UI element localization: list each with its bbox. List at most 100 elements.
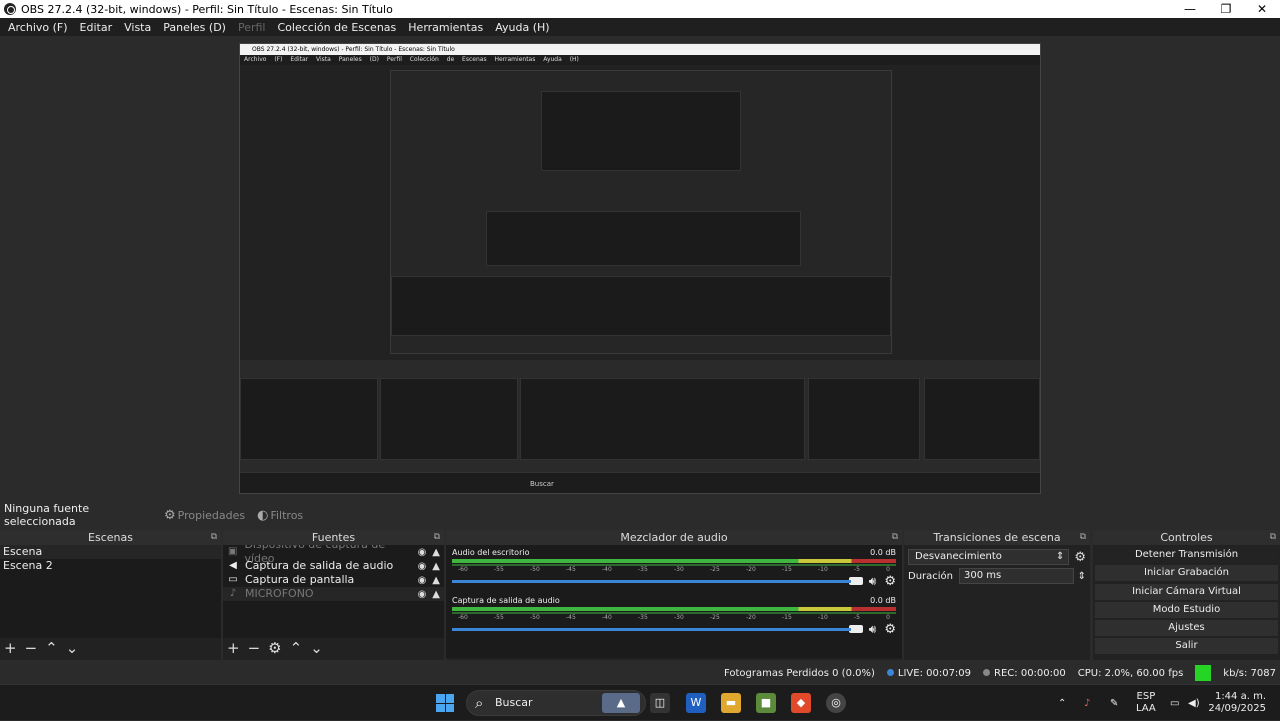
fader-track[interactable] bbox=[452, 579, 851, 583]
nested-menu: Archivo (F) Editar Vista Paneles (D) Per… bbox=[240, 55, 1040, 65]
nested-inner-docks bbox=[486, 211, 801, 266]
source-item[interactable]: ♪ MICROFONO ◉ ▲ bbox=[223, 587, 444, 601]
tick: -25 bbox=[710, 566, 720, 573]
studio-mode-button[interactable]: Modo Estudio bbox=[1095, 601, 1278, 618]
lock-icon[interactable]: ▲ bbox=[432, 547, 440, 558]
maximize-icon[interactable]: ❐ bbox=[1208, 2, 1244, 16]
word-icon[interactable]: W bbox=[686, 693, 706, 713]
scenes-dock: Escenas ⧉ Escena Escena 2 + − ⌃ ⌄ bbox=[0, 530, 221, 660]
menu-editar[interactable]: Editar bbox=[74, 21, 119, 34]
obs-taskbar-icon[interactable]: ◎ bbox=[826, 693, 846, 713]
eye-icon[interactable]: ◉ bbox=[418, 547, 427, 558]
fader-knob[interactable] bbox=[848, 577, 863, 585]
tick: -30 bbox=[674, 614, 684, 621]
properties-button[interactable]: ⚙ Propiedades bbox=[164, 508, 245, 523]
menu-ayuda[interactable]: Ayuda (H) bbox=[489, 21, 555, 34]
menu-vista[interactable]: Vista bbox=[118, 21, 157, 34]
stop-streaming-button[interactable]: Detener Transmisión bbox=[1095, 547, 1278, 563]
microphone-tray-icon[interactable]: ♪ bbox=[1084, 685, 1090, 721]
menu-archivo[interactable]: Archivo (F) bbox=[2, 21, 74, 34]
gear-icon[interactable]: ⚙ bbox=[884, 622, 896, 637]
nested-title: OBS 27.2.4 (32-bit, windows) - Perfil: S… bbox=[240, 44, 1040, 55]
source-item[interactable]: ◀ Captura de salida de audio ◉ ▲ bbox=[223, 559, 444, 573]
sources-header: Fuentes ⧉ bbox=[223, 530, 444, 545]
duration-input[interactable]: 300 ms bbox=[959, 568, 1074, 584]
display-tray-icon[interactable]: ▭ bbox=[1170, 685, 1179, 721]
task-view-icon[interactable]: ◫ bbox=[650, 693, 670, 713]
filter-icon: ◐ bbox=[257, 507, 269, 523]
eye-icon[interactable]: ◉ bbox=[418, 589, 427, 600]
obs-logo-icon bbox=[4, 3, 16, 15]
gear-icon[interactable]: ⚙ bbox=[1074, 550, 1086, 565]
speaker-icon[interactable]: 🔊︎ bbox=[869, 574, 877, 589]
tray-chevron-icon[interactable]: ⌃ bbox=[1058, 685, 1066, 721]
source-label: Captura de salida de audio bbox=[245, 559, 394, 572]
popout-icon[interactable]: ⧉ bbox=[211, 530, 217, 545]
lock-icon[interactable]: ▲ bbox=[432, 575, 440, 586]
move-down-icon[interactable]: ⌄ bbox=[310, 639, 323, 657]
volume-fader[interactable]: 🔊︎ ⚙ bbox=[452, 574, 896, 589]
spinner-icon[interactable]: ⇕ bbox=[1078, 571, 1086, 582]
transition-select[interactable]: Desvanecimiento ⇕ bbox=[908, 549, 1070, 565]
volume-tray-icon[interactable]: ◀) bbox=[1188, 685, 1200, 721]
speaker-icon: ◀ bbox=[229, 560, 237, 571]
volume-fader[interactable]: 🔊︎ ⚙ bbox=[452, 622, 896, 637]
exit-button[interactable]: Salir bbox=[1095, 638, 1278, 655]
lock-icon[interactable]: ▲ bbox=[432, 589, 440, 600]
minimize-icon[interactable]: — bbox=[1172, 2, 1208, 16]
speaker-icon[interactable]: 🔊︎ bbox=[869, 622, 877, 637]
eye-icon[interactable]: ◉ bbox=[418, 575, 427, 586]
mixer-track: Audio del escritorio 0.0 dB -60 -55 -50 -45 -… bbox=[452, 548, 896, 589]
popout-icon[interactable]: ⧉ bbox=[434, 530, 440, 545]
minecraft-icon[interactable]: ■ bbox=[756, 693, 776, 713]
eye-icon[interactable]: ◉ bbox=[418, 561, 427, 572]
source-item[interactable]: ▭ Captura de pantalla ◉ ▲ bbox=[223, 573, 444, 587]
bitrate: kb/s: 7087 bbox=[1223, 667, 1276, 679]
gear-icon[interactable]: ⚙ bbox=[268, 639, 281, 657]
menu-paneles[interactable]: Paneles (D) bbox=[157, 21, 232, 34]
clock-date: 24/09/2025 bbox=[1208, 703, 1266, 714]
move-down-icon[interactable]: ⌄ bbox=[66, 639, 79, 657]
remove-icon[interactable]: − bbox=[248, 639, 261, 657]
pen-tray-icon[interactable]: ✎ bbox=[1110, 685, 1118, 721]
tick: -15 bbox=[782, 566, 792, 573]
add-icon[interactable]: + bbox=[227, 639, 240, 657]
move-up-icon[interactable]: ⌃ bbox=[290, 639, 303, 657]
lock-icon[interactable]: ▲ bbox=[432, 561, 440, 572]
controls-header: Controles ⧉ bbox=[1093, 530, 1280, 545]
popout-icon[interactable]: ⧉ bbox=[1080, 530, 1086, 545]
settings-button[interactable]: Ajustes bbox=[1095, 620, 1278, 637]
remove-icon[interactable]: − bbox=[25, 639, 38, 657]
language-indicator[interactable]: ESP LAA bbox=[1136, 685, 1156, 721]
menu-perfil[interactable]: Perfil bbox=[232, 21, 272, 34]
widgets-icon[interactable]: ▲ bbox=[602, 693, 640, 713]
filters-button[interactable]: ◐ Filtros bbox=[257, 508, 303, 523]
close-icon[interactable]: ✕ bbox=[1244, 2, 1280, 16]
source-toolbar: Ninguna fuente seleccionada ⚙ Propiedades… bbox=[0, 502, 1280, 528]
source-item[interactable]: ▣Dispositivo de captura de vídeo◉▲ bbox=[223, 545, 444, 565]
meter-ticks: -60 -55 -50 -45 -40 -35 -30 -25 -20 -15 -10 -5 0 bbox=[452, 566, 896, 574]
nested-sources bbox=[380, 378, 518, 460]
menu-coleccion[interactable]: Colección de Escenas bbox=[272, 21, 403, 34]
nested-inner-preview bbox=[541, 91, 741, 171]
popout-icon[interactable]: ⧉ bbox=[1270, 530, 1276, 545]
file-explorer-icon[interactable]: ▬ bbox=[721, 693, 741, 713]
gear-icon[interactable]: ⚙ bbox=[884, 574, 896, 589]
windows-start-icon[interactable] bbox=[436, 694, 454, 712]
start-recording-button[interactable]: Iniciar Grabación bbox=[1095, 565, 1278, 582]
tick: -50 bbox=[530, 566, 540, 573]
fader-knob[interactable] bbox=[848, 625, 863, 633]
stream-health-indicator bbox=[1195, 665, 1212, 681]
add-icon[interactable]: + bbox=[4, 639, 17, 657]
scene-item[interactable]: Escena bbox=[0, 545, 221, 559]
start-virtual-camera-button[interactable]: Iniciar Cámara Virtual bbox=[1095, 583, 1278, 600]
menu-herramientas[interactable]: Herramientas bbox=[402, 21, 489, 34]
scene-item[interactable]: Escena 2 bbox=[0, 559, 221, 573]
tick: -55 bbox=[494, 614, 504, 621]
scenes-footer: + − ⌃ ⌄ bbox=[0, 638, 221, 658]
brave-icon[interactable]: ◆ bbox=[791, 693, 811, 713]
move-up-icon[interactable]: ⌃ bbox=[45, 639, 58, 657]
clock[interactable]: 1:44 a. m. 24/09/2025 bbox=[1208, 685, 1266, 721]
popout-icon[interactable]: ⧉ bbox=[892, 530, 898, 545]
fader-track[interactable] bbox=[452, 627, 851, 631]
